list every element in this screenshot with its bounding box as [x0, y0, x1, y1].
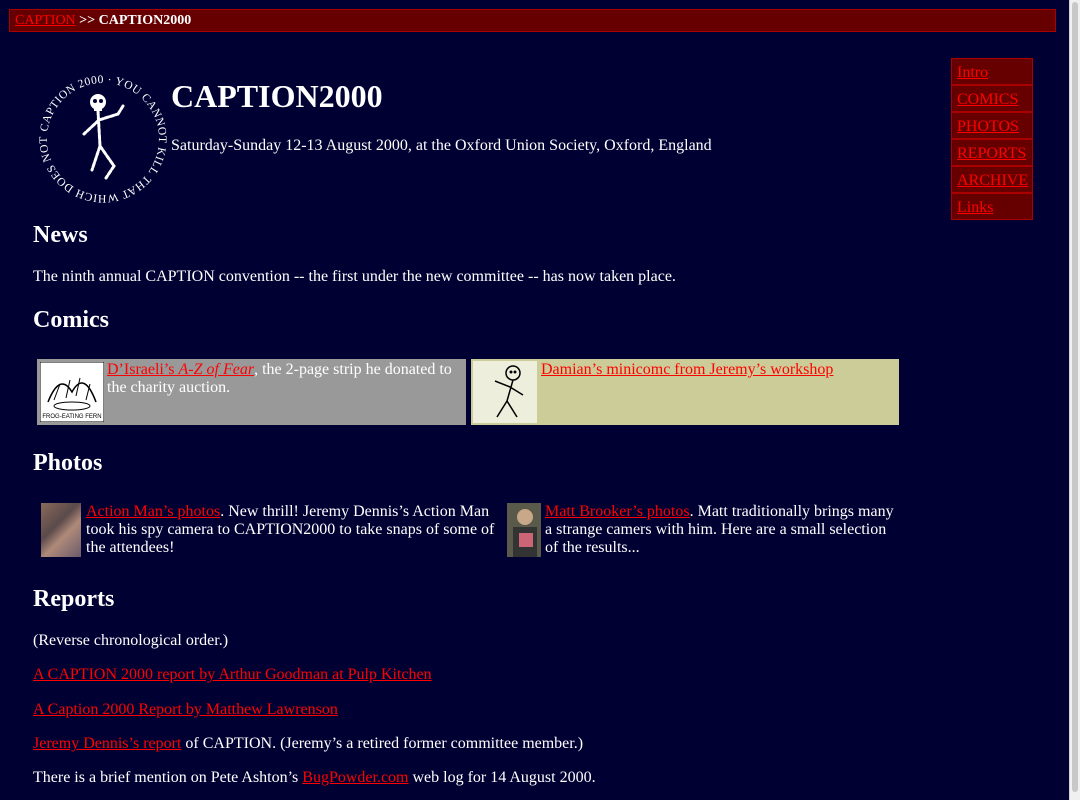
comics-heading: Comics: [33, 307, 109, 333]
scrollbar-thumb[interactable]: [1072, 2, 1078, 792]
az-of-fear-thumbnail[interactable]: FROG-EATING FERN: [39, 361, 105, 423]
matt-brooker-photos-link[interactable]: Matt Brooker’s photos: [545, 503, 690, 520]
svg-text:CAPTION 2000 · YOU CANNOT KILL: CAPTION 2000 · YOU CANNOT KILL THAT WHIC…: [38, 74, 168, 204]
breadcrumb-separator: >>: [75, 13, 99, 28]
report-item-lawrenson: A Caption 2000 Report by Matthew Lawrens…: [33, 701, 338, 719]
jeremy-dennis-report-link[interactable]: Jeremy Dennis’s report: [33, 735, 181, 752]
link-italic-title: A-Z of Fear: [178, 361, 255, 378]
nav-item-photos[interactable]: PHOTOS: [951, 112, 1033, 139]
breadcrumb: CAPTION >> CAPTION2000: [9, 9, 1056, 32]
pulp-kitchen-report-link[interactable]: A CAPTION 2000 report by Arthur Goodman …: [33, 666, 432, 683]
nav-item-reports[interactable]: REPORTS: [951, 139, 1033, 166]
caption-skeleton-logo: CAPTION 2000 · YOU CANNOT KILL THAT WHIC…: [38, 74, 168, 204]
reports-note: (Reverse chronological order.): [33, 632, 229, 649]
news-text: The ninth annual CAPTION convention -- t…: [33, 268, 676, 285]
report-rest-text: of CAPTION. (Jeremy’s a retired former c…: [181, 735, 584, 752]
report-item-jeremy-dennis: Jeremy Dennis’s report of CAPTION. (Jere…: [33, 735, 583, 753]
comic-description: D’Israeli’s A-Z of Fear, the 2-page stri…: [107, 361, 462, 397]
comic-description: Damian’s minicomc from Jeremy’s workshop: [541, 361, 895, 379]
reports-heading: Reports: [33, 586, 115, 612]
side-nav: Intro COMICS PHOTOS REPORTS ARCHIVE Link…: [951, 58, 1033, 220]
action-man-photo-thumbnail[interactable]: [41, 503, 81, 557]
nav-item-comics[interactable]: COMICS: [951, 85, 1033, 112]
bugpowder-link[interactable]: BugPowder.com: [302, 769, 408, 786]
comic-item-az-of-fear: FROG-EATING FERN D’Israeli’s A-Z of Fear…: [37, 359, 466, 425]
lawrenson-report-link[interactable]: A Caption 2000 Report by Matthew Lawrens…: [33, 701, 338, 718]
bugpowder-mention: There is a brief mention on Pete Ashton’…: [33, 769, 596, 787]
photo-description: Action Man’s photos. New thrill! Jeremy …: [86, 503, 496, 557]
photos-heading: Photos: [33, 450, 103, 476]
matt-brooker-photo-thumbnail[interactable]: [507, 503, 541, 557]
nav-item-intro[interactable]: Intro: [951, 58, 1033, 85]
breadcrumb-link-caption[interactable]: CAPTION: [15, 13, 76, 28]
report-item-pulp-kitchen: A CAPTION 2000 report by Arthur Goodman …: [33, 666, 432, 684]
page-title: CAPTION2000: [171, 78, 383, 114]
minicomic-thumbnail[interactable]: [473, 361, 537, 423]
action-man-photos-link[interactable]: Action Man’s photos: [86, 503, 220, 520]
minicomic-link[interactable]: Damian’s minicomc from Jeremy’s workshop: [541, 361, 833, 378]
photo-description: Matt Brooker’s photos. Matt traditionall…: [545, 503, 902, 557]
mention-suffix: web log for 14 August 2000.: [408, 769, 596, 786]
vertical-scrollbar[interactable]: [1069, 0, 1080, 800]
logo-ring-text: CAPTION 2000 · YOU CANNOT KILL THAT WHIC…: [38, 74, 168, 204]
event-subtitle: Saturday-Sunday 12-13 August 2000, at th…: [171, 137, 712, 154]
nav-item-links[interactable]: Links: [951, 193, 1033, 220]
link-prefix: D’Israeli’s: [107, 361, 179, 378]
news-heading: News: [33, 222, 88, 248]
comic-item-minicomic: Damian’s minicomc from Jeremy’s workshop: [471, 359, 899, 425]
mention-prefix: There is a brief mention on Pete Ashton’…: [33, 769, 303, 786]
breadcrumb-current: CAPTION2000: [98, 13, 192, 28]
az-of-fear-link[interactable]: D’Israeli’s A-Z of Fear: [107, 361, 254, 378]
nav-item-archive[interactable]: ARCHIVE: [951, 166, 1033, 193]
thumb-caption: FROG-EATING FERN: [42, 414, 101, 420]
